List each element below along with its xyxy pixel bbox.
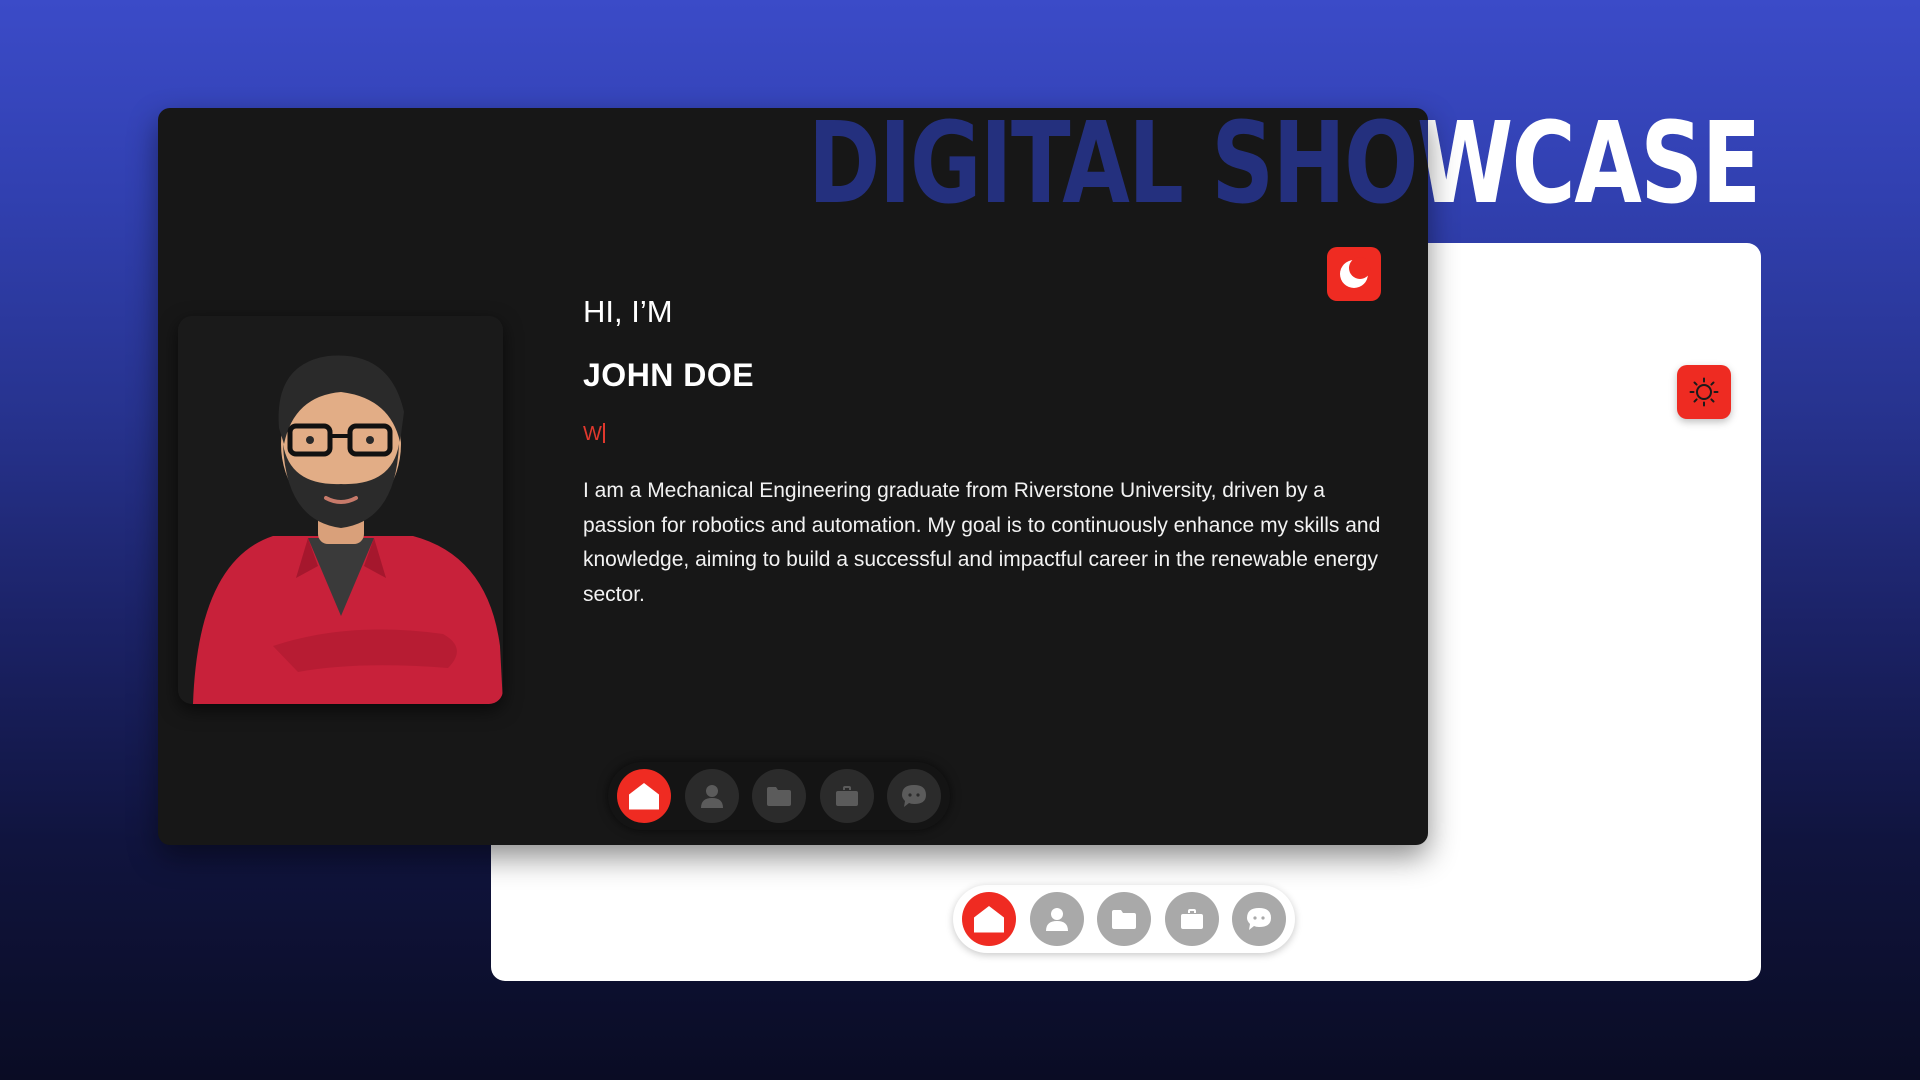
nav-home-button[interactable] [617,769,671,823]
nav-contact-button[interactable] [1232,892,1286,946]
theme-toggle-dark[interactable] [1327,247,1381,301]
home-icon [626,778,662,814]
sun-icon [1689,377,1719,407]
typed-role-text: W [583,423,602,445]
nav-portfolio-button[interactable] [752,769,806,823]
chat-icon [1245,905,1273,933]
headline-masked: DIGITAL SHOWCASE [808,108,1428,229]
typed-role: W [583,423,605,446]
home-icon [971,901,1007,937]
text-caret [602,423,605,443]
hero-name: JOHN DOE [583,357,755,393]
briefcase-icon [1178,905,1206,933]
nav-home-button[interactable] [962,892,1016,946]
avatar [178,316,503,704]
bio-text: I am a Mechanical Engineering graduate f… [583,479,1381,606]
chat-icon [900,782,928,810]
greeting: HI, I’M [583,294,673,329]
moon-icon [1335,255,1373,293]
nav-contact-button[interactable] [887,769,941,823]
briefcase-icon [833,782,861,810]
dark-theme-card: DIGITAL SHOWCASE [158,108,1428,845]
nav-about-button[interactable] [684,769,739,823]
user-icon [698,782,726,810]
user-icon [1043,905,1071,933]
nav-services-button[interactable] [1164,892,1219,946]
nav-portfolio-button[interactable] [1097,892,1151,946]
nav-services-button[interactable] [819,769,874,823]
bottom-nav-light [953,885,1295,953]
folder-icon [765,782,793,810]
bottom-nav-dark [608,762,950,830]
nav-about-button[interactable] [1029,892,1084,946]
folder-icon [1110,905,1138,933]
theme-toggle-light[interactable] [1677,365,1731,419]
